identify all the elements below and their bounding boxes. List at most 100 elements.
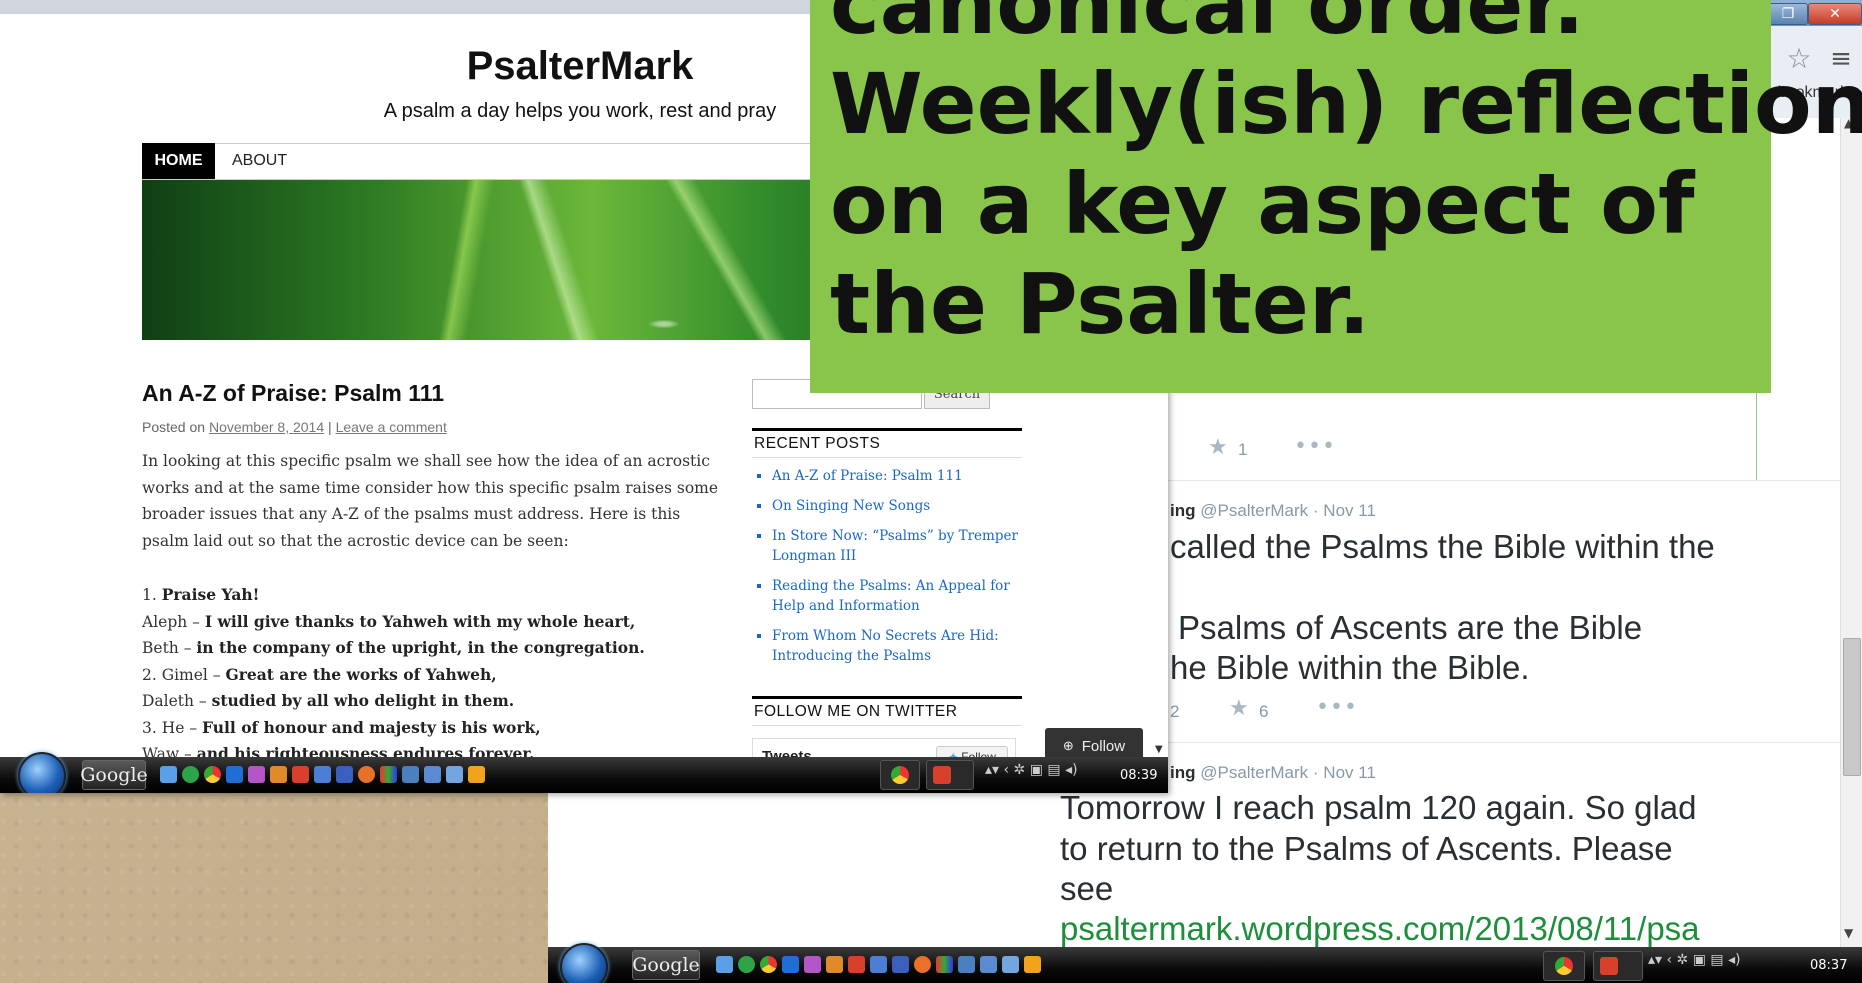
tweet-handle[interactable]: @PsalterMark: [1200, 501, 1308, 520]
chrome-icon[interactable]: [204, 766, 221, 783]
favorite-count: 1: [1238, 440, 1248, 459]
ie-icon[interactable]: [226, 766, 243, 783]
tweet-link[interactable]: psaltermark.wordpress.com/2013/08/11/psa: [1060, 909, 1700, 949]
post-body: In looking at this specific psalm we sha…: [142, 448, 722, 554]
app-icon[interactable]: [1002, 956, 1019, 973]
post-intro: In looking at this specific psalm we sha…: [142, 452, 719, 550]
verse-line: Daleth – studied by all who delight in t…: [142, 691, 515, 710]
chrome-icon: [1555, 957, 1573, 975]
firefox-icon[interactable]: [914, 956, 931, 973]
taskbar-app-button[interactable]: [926, 760, 974, 790]
start-button[interactable]: [18, 752, 66, 793]
clock[interactable]: 08:37: [1810, 958, 1847, 973]
callout-line: the Psalter.: [830, 255, 1371, 353]
tweet-text: see: [1060, 870, 1114, 907]
verse-line: Aleph – I will give thanks to Yahweh wit…: [142, 611, 636, 631]
post-meta: Posted on November 8, 2014 | Leave a com…: [142, 419, 447, 435]
post-date-link[interactable]: November 8, 2014: [209, 419, 324, 435]
nav-about[interactable]: ABOUT: [232, 143, 287, 179]
post-title[interactable]: An A-Z of Praise: Psalm 111: [142, 380, 444, 407]
recent-post-link[interactable]: Reading the Psalms: An Appeal for Help a…: [772, 576, 1032, 616]
recent-post-link[interactable]: In Store Now: “Psalms” by Tremper Longma…: [772, 526, 1032, 566]
app-icon[interactable]: [446, 766, 463, 783]
twitter-heading: FOLLOW ME ON TWITTER: [752, 696, 1022, 726]
app-icon[interactable]: [848, 956, 865, 973]
close-button[interactable]: ✕: [1808, 3, 1862, 25]
app-icon[interactable]: [380, 766, 397, 783]
more-icon[interactable]: •••: [1294, 434, 1336, 459]
chrome-taskbar-button[interactable]: [1543, 951, 1585, 981]
app-icon[interactable]: [270, 766, 287, 783]
app-icon[interactable]: [958, 956, 975, 973]
app-icon[interactable]: [402, 766, 419, 783]
app-icon[interactable]: [980, 956, 997, 973]
more-icon[interactable]: •••: [1316, 695, 1358, 720]
posted-on-label: Posted on: [142, 419, 206, 435]
app-icon[interactable]: [468, 766, 485, 783]
chrome-taskbar-button[interactable]: [880, 760, 920, 790]
favorite-count: 6: [1259, 702, 1269, 721]
callout-line: canonical order.: [830, 0, 1585, 53]
clock[interactable]: 08:39: [1120, 768, 1157, 783]
tray-icons[interactable]: ▴▾ ‹ ✲ ▣ ▤ ◂): [1648, 952, 1741, 968]
app-icon[interactable]: [870, 956, 887, 973]
taskbar-app-button[interactable]: [1593, 951, 1643, 981]
quick-launch: [716, 956, 1041, 973]
scroll-down-icon[interactable]: ▼: [1844, 926, 1853, 940]
favorite-icon[interactable]: ★: [1229, 696, 1249, 721]
app-icon[interactable]: [424, 766, 441, 783]
tweet-text: to return to the Psalms of Ascents. Plea…: [1060, 830, 1673, 867]
chrome-icon: [891, 766, 909, 784]
tweet-card[interactable]: [1165, 380, 1757, 481]
app-icon[interactable]: [826, 956, 843, 973]
favorite-icon[interactable]: ★: [1208, 435, 1228, 460]
skype-icon[interactable]: [182, 766, 199, 783]
tweet-date[interactable]: Nov 11: [1323, 501, 1376, 520]
start-button[interactable]: [560, 943, 608, 983]
app-icon[interactable]: [1024, 956, 1041, 973]
follow-plus-icon: ⊕: [1062, 738, 1074, 753]
scrollbar[interactable]: [1840, 118, 1862, 948]
chrome-icon[interactable]: [760, 956, 777, 973]
tweet-handle[interactable]: @PsalterMark: [1200, 763, 1308, 782]
recent-post-link[interactable]: An A-Z of Praise: Psalm 111: [772, 466, 1032, 486]
app-icon: [1600, 957, 1618, 975]
retweet-count: 2: [1170, 702, 1180, 721]
app-icon[interactable]: [804, 956, 821, 973]
ie-icon[interactable]: [782, 956, 799, 973]
recent-post-link[interactable]: From Whom No Secrets Are Hid: Introducin…: [772, 626, 1032, 666]
verse-line: 3. He – Full of honour and majesty is hi…: [142, 717, 541, 737]
recent-posts-heading: RECENT POSTS: [752, 428, 1022, 458]
tray-icons[interactable]: ▴▾ ‹ ✲ ▣ ▤ ◂): [985, 762, 1078, 778]
scrollbar-thumb[interactable]: [1843, 638, 1861, 776]
psalm-verses: 1. Praise Yah! Aleph – I will give thank…: [142, 582, 645, 768]
app-icon[interactable]: [716, 956, 733, 973]
app-icon[interactable]: [160, 766, 177, 783]
word-icon[interactable]: [892, 956, 909, 973]
scroll-down-icon[interactable]: ▼: [1155, 744, 1163, 755]
skype-icon[interactable]: [738, 956, 755, 973]
app-icon[interactable]: [292, 766, 309, 783]
tweet-date[interactable]: Nov 11: [1323, 763, 1376, 782]
app-icon[interactable]: [314, 766, 331, 783]
meta-separator: |: [328, 419, 332, 435]
callout-line: Weekly(ish) reflection: [830, 55, 1862, 153]
google-toolbar-button[interactable]: Google: [632, 950, 700, 980]
firefox-icon[interactable]: [358, 766, 375, 783]
verse-line: 2. Gimel – Great are the works of Yahweh…: [142, 664, 497, 684]
app-icon[interactable]: [248, 766, 265, 783]
app-icon: [933, 766, 951, 784]
tweet-meta: ing @PsalterMark · Nov 11: [1170, 763, 1376, 782]
app-icon[interactable]: [936, 956, 953, 973]
recent-posts-list: An A-Z of Praise: Psalm 111 On Singing N…: [756, 466, 1032, 676]
nav-home[interactable]: HOME: [142, 143, 215, 179]
restore-button[interactable]: ❐: [1768, 3, 1808, 25]
tweet-text: Psalms of Ascents are the Bible: [1178, 609, 1643, 646]
tweet-author[interactable]: ing: [1170, 763, 1196, 782]
word-icon[interactable]: [336, 766, 353, 783]
google-toolbar-button[interactable]: Google: [80, 760, 148, 790]
recent-post-link[interactable]: On Singing New Songs: [772, 496, 1032, 516]
leave-comment-link[interactable]: Leave a comment: [336, 419, 447, 435]
quick-launch: [160, 766, 485, 783]
tweet-author[interactable]: ing: [1170, 501, 1196, 520]
